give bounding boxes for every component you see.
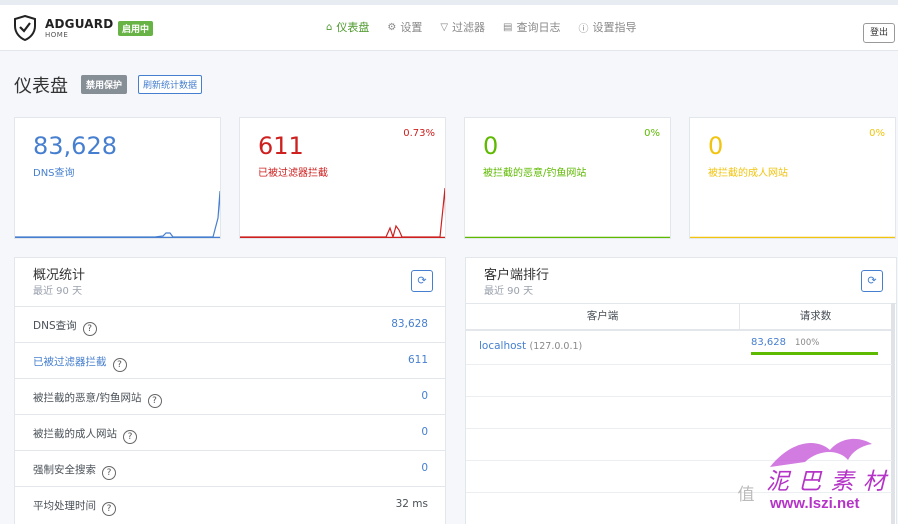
nav-query-log[interactable]: ▤ 查询日志 — [503, 19, 560, 35]
summary-row-label: DNS查询? — [33, 318, 97, 336]
logo-subtitle: HOME — [45, 31, 69, 39]
stat-label: 被拦截的恶意/钓鱼网站 — [483, 168, 587, 179]
summary-refresh-button[interactable]: ⟳ — [411, 270, 433, 292]
summary-row-dns: DNS查询? 83,628 — [15, 307, 446, 343]
stat-label: 被拦截的成人网站 — [708, 168, 788, 179]
summary-subtitle: 最近 90 天 — [33, 286, 83, 297]
summary-row-adult: 被拦截的成人网站? 0 — [15, 415, 446, 451]
watermark-script-text: 泥 巴 素 材 — [766, 469, 887, 495]
client-row-requests: 83,628 — [751, 337, 786, 348]
watermark-zhi-logo: 值 — [737, 485, 755, 505]
home-icon: ⌂ — [326, 21, 333, 33]
help-icon[interactable]: ? — [102, 466, 116, 480]
table-header-divider — [466, 329, 892, 331]
help-icon[interactable]: ? — [82, 322, 97, 336]
disable-protection-button[interactable]: 禁用保护 — [81, 75, 128, 94]
stat-sparkline — [240, 187, 445, 238]
summary-row-safesearch: 强制安全搜索? 0 — [15, 451, 446, 487]
summary-row-value: 611 — [407, 354, 428, 366]
summary-row-value: 32 ms — [395, 498, 428, 510]
nav-setup-guide[interactable]: ⓘ 设置指导 — [578, 19, 636, 35]
column-header-client[interactable]: 客户端 — [466, 303, 739, 329]
stat-card-dns-queries: 83,628 DNS查询 — [14, 117, 221, 239]
page-title: 仪表盘 — [14, 76, 68, 97]
clients-title: 客户端排行 — [484, 268, 550, 283]
document-icon: ▤ — [503, 21, 513, 33]
stat-percent: 0.73% — [403, 128, 435, 139]
refresh-stats-button[interactable]: 刷新统计数据 — [138, 75, 203, 94]
stat-value: 0 — [483, 132, 499, 160]
help-icon[interactable]: ? — [112, 358, 127, 372]
summary-row-malware: 被拦截的恶意/钓鱼网站? 0 — [15, 379, 446, 415]
refresh-icon: ⟳ — [867, 274, 877, 287]
logout-button[interactable]: 登出 — [863, 23, 895, 43]
stat-card-blocked-adult: 0 被拦截的成人网站 0% — [689, 117, 896, 239]
help-circle-icon: ⓘ — [578, 23, 589, 35]
stat-card-blocked-filters: 611 已被过滤器拦截 0.73% — [239, 117, 446, 239]
nav-filters[interactable]: ▽ 过滤器 — [440, 19, 485, 35]
logo-text: ADGUARD — [45, 17, 114, 31]
nav-setup-guide-label: 设置指导 — [592, 21, 637, 34]
nav-dashboard-label: 仪表盘 — [336, 21, 370, 34]
summary-row-avg-time: 平均处理时间? 32 ms — [15, 487, 446, 523]
clients-subtitle: 最近 90 天 — [484, 286, 534, 297]
nav-query-log-label: 查询日志 — [516, 21, 561, 34]
help-icon[interactable]: ? — [147, 394, 162, 408]
summary-row-value: 0 — [421, 426, 428, 438]
nav-settings-label: 设置 — [400, 21, 423, 34]
summary-row-value: 0 — [421, 390, 428, 402]
column-header-requests[interactable]: 请求数 — [739, 303, 891, 329]
nav-dashboard[interactable]: ⌂ 仪表盘 — [326, 19, 369, 35]
summary-row-label: 被拦截的成人网站? — [33, 426, 137, 444]
client-row-name[interactable]: localhost (127.0.0.1) — [479, 340, 582, 352]
nav-filters-label: 过滤器 — [452, 21, 486, 34]
summary-row-label: 平均处理时间? — [33, 498, 116, 516]
stat-label: DNS查询 — [33, 168, 75, 179]
summary-panel: 概况统计 最近 90 天 ⟳ DNS查询? 83,628 已被过滤器拦截? 61… — [14, 257, 446, 524]
watermark-url-text: www.lszi.net — [770, 495, 860, 512]
nav-settings[interactable]: ⚙ 设置 — [387, 19, 422, 35]
clients-refresh-button[interactable]: ⟳ — [861, 270, 883, 292]
summary-row-label: 强制安全搜索? — [33, 462, 116, 480]
header: ADGUARD HOME 启用中 ⌂ 仪表盘 ⚙ 设置 ▽ 过滤器 ▤ 查询日志… — [0, 5, 898, 51]
main-nav: ⌂ 仪表盘 ⚙ 设置 ▽ 过滤器 ▤ 查询日志 ⓘ 设置指导 — [326, 19, 654, 35]
summary-row-label[interactable]: 已被过滤器拦截? — [33, 354, 127, 372]
stat-percent: 0% — [869, 128, 885, 139]
table-row-divider — [466, 428, 892, 429]
gear-icon: ⚙ — [387, 21, 397, 33]
client-row-percent: 100% — [795, 338, 820, 348]
table-scrollbar[interactable] — [891, 303, 895, 524]
table-row-divider — [466, 396, 892, 397]
filter-icon: ▽ — [440, 21, 449, 33]
stat-sparkline — [15, 190, 220, 238]
stat-sparkline — [690, 236, 895, 238]
help-icon[interactable]: ? — [102, 502, 116, 516]
stat-value: 83,628 — [33, 132, 117, 160]
summary-row-blocked[interactable]: 已被过滤器拦截? 611 — [15, 343, 446, 379]
status-badge: 启用中 — [118, 21, 154, 36]
stat-value: 0 — [708, 132, 724, 160]
refresh-icon: ⟳ — [417, 274, 427, 287]
help-icon[interactable]: ? — [123, 430, 137, 444]
stat-card-blocked-malware: 0 被拦截的恶意/钓鱼网站 0% — [464, 117, 671, 239]
summary-row-value: 0 — [421, 462, 428, 474]
stat-percent: 0% — [644, 128, 660, 139]
table-row-divider — [466, 364, 892, 365]
stat-label: 已被过滤器拦截 — [258, 168, 328, 179]
summary-row-label: 被拦截的恶意/钓鱼网站? — [33, 390, 162, 408]
summary-title: 概况统计 — [33, 268, 86, 283]
summary-row-value: 83,628 — [391, 318, 428, 330]
adguard-logo-icon — [14, 15, 36, 41]
stat-sparkline — [465, 236, 670, 238]
stat-value: 611 — [258, 132, 304, 160]
client-row-progress-bar — [751, 352, 878, 355]
